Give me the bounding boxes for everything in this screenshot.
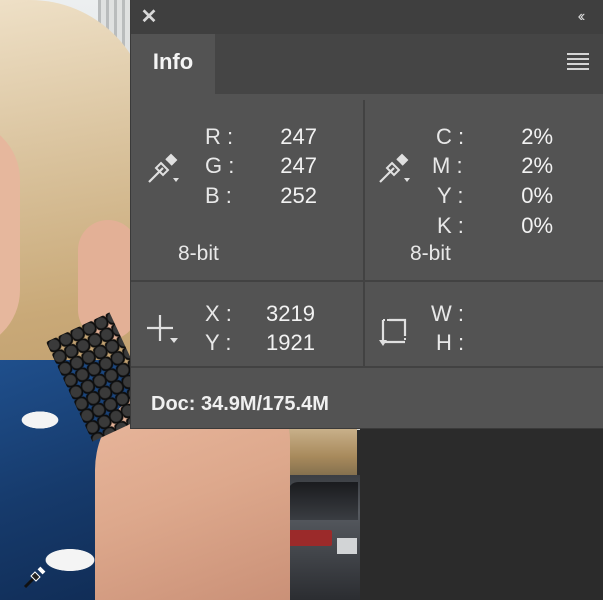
selection-size-icon[interactable] bbox=[377, 312, 413, 348]
info-panel: ✕ ‹‹ Info R : G : B : 247 247 252 8-bit … bbox=[131, 0, 603, 428]
rgb-b-value: 252 bbox=[280, 183, 317, 208]
rgb-r-label: R : bbox=[205, 124, 234, 149]
cmyk-m-label: M : bbox=[432, 153, 463, 178]
panel-menu-icon[interactable] bbox=[567, 53, 589, 71]
cmyk-c-value: 2% bbox=[521, 124, 553, 149]
rgb-b-label: B : bbox=[205, 183, 232, 208]
position-x-value: 3219 bbox=[266, 301, 315, 326]
rgb-g-label: G : bbox=[205, 153, 235, 178]
cmyk-k-label: K : bbox=[437, 213, 464, 238]
eyedropper-icon[interactable] bbox=[376, 150, 412, 186]
section-divider-vertical bbox=[363, 100, 365, 366]
rgb-bit-depth: 8-bit bbox=[178, 242, 219, 265]
cmyk-k-value: 0% bbox=[521, 213, 553, 238]
crosshair-icon[interactable] bbox=[145, 312, 181, 348]
position-y-label: Y : bbox=[205, 330, 232, 355]
cmyk-bit-depth: 8-bit bbox=[410, 242, 451, 265]
cmyk-y-value: 0% bbox=[521, 183, 553, 208]
size-h-label: H : bbox=[436, 330, 465, 355]
panel-titlebar[interactable]: ✕ ‹‹ bbox=[131, 0, 603, 34]
panel-tab-row: Info bbox=[131, 34, 603, 94]
cmyk-c-label: C : bbox=[436, 124, 465, 149]
doc-size-status: Doc: 34.9M/175.4M bbox=[151, 393, 329, 415]
size-w-label: W : bbox=[431, 301, 464, 326]
position-x-label: X : bbox=[205, 301, 232, 326]
cmyk-y-label: Y : bbox=[437, 183, 464, 208]
eyedropper-cursor-icon bbox=[23, 566, 46, 589]
photo-car-plate bbox=[337, 538, 357, 554]
double-chevron-left-icon[interactable]: ‹‹ bbox=[569, 7, 591, 27]
photo-trees bbox=[285, 428, 357, 480]
eyedropper-icon[interactable] bbox=[145, 150, 181, 186]
section-divider-horizontal bbox=[131, 280, 603, 282]
position-y-value: 1921 bbox=[266, 330, 315, 355]
section-divider-bottom bbox=[131, 366, 603, 368]
cmyk-m-value: 2% bbox=[521, 153, 553, 178]
rgb-r-value: 247 bbox=[280, 124, 317, 149]
photo-car-window bbox=[288, 482, 358, 520]
rgb-g-value: 247 bbox=[280, 153, 317, 178]
tab-info[interactable]: Info bbox=[131, 34, 215, 94]
close-icon[interactable]: ✕ bbox=[139, 7, 159, 27]
